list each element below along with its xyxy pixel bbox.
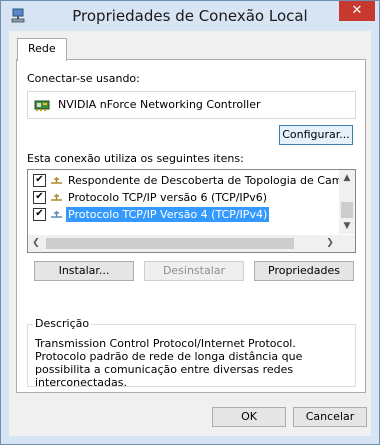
description-text: Transmission Control Protocol/Internet P…: [35, 337, 303, 389]
scrollbar-corner: [338, 235, 355, 252]
close-button[interactable]: ✕: [339, 1, 375, 21]
vertical-scrollbar[interactable]: ▲ ▼: [339, 170, 355, 234]
device-box: NVIDIA nForce Networking Controller: [27, 91, 356, 119]
scroll-right-icon[interactable]: ❯: [322, 235, 338, 252]
device-name: NVIDIA nForce Networking Controller: [58, 98, 261, 111]
list-item[interactable]: ✔ Protocolo TCP/IP versão 6 (TCP/IPv6): [28, 189, 328, 206]
item-label: Protocolo TCP/IP Versão 4 (TCP/IPv4): [66, 207, 270, 222]
horizontal-scroll-thumb[interactable]: [46, 238, 294, 249]
scroll-left-icon[interactable]: ❮: [28, 235, 44, 252]
properties-window: Propriedades de Conexão Local ✕ Rede Con…: [0, 0, 380, 445]
ok-button[interactable]: OK: [212, 407, 286, 427]
description-group: Descrição Transmission Control Protocol/…: [27, 317, 356, 389]
dialog-client-area: Rede Conectar-se usando: NVIDIA nForce N…: [9, 31, 371, 436]
item-label: Respondente de Descoberta de Topologia d…: [68, 174, 356, 187]
item-checkbox[interactable]: ✔: [33, 208, 46, 221]
tab-rede[interactable]: Rede: [17, 38, 67, 61]
items-label: Esta conexão utiliza os seguintes itens:: [27, 152, 244, 165]
install-button[interactable]: Instalar...: [34, 261, 134, 281]
item-checkbox[interactable]: ✔: [33, 191, 46, 204]
window-title: Propriedades de Conexão Local: [72, 7, 308, 25]
uninstall-button: Desinstalar: [144, 261, 244, 281]
vertical-scroll-thumb[interactable]: [341, 202, 353, 218]
connect-using-label: Conectar-se usando:: [27, 72, 140, 85]
protocol-icon: [51, 211, 62, 218]
title-bar[interactable]: Propriedades de Conexão Local ✕: [1, 1, 379, 31]
scroll-down-icon[interactable]: ▼: [339, 218, 355, 234]
list-item-selected[interactable]: ✔ Protocolo TCP/IP Versão 4 (TCP/IPv4): [28, 206, 328, 223]
item-checkbox[interactable]: ✔: [33, 174, 46, 187]
properties-button[interactable]: Propriedades: [254, 261, 354, 281]
configure-button[interactable]: Configurar...: [279, 125, 353, 145]
items-list[interactable]: ✔ Respondente de Descoberta de Topologia…: [27, 169, 356, 253]
network-adapter-icon: [34, 100, 50, 111]
tab-panel-rede: Conectar-se usando: NVIDIA nForce Networ…: [16, 59, 366, 393]
protocol-icon: [51, 194, 62, 201]
item-label: Protocolo TCP/IP versão 6 (TCP/IPv6): [68, 191, 268, 204]
horizontal-scrollbar[interactable]: ❮ ❯: [28, 235, 338, 252]
protocol-icon: [51, 177, 62, 184]
scroll-up-icon[interactable]: ▲: [339, 170, 355, 186]
list-item[interactable]: ✔ Respondente de Descoberta de Topologia…: [28, 172, 355, 189]
description-title: Descrição: [33, 317, 92, 330]
cancel-button[interactable]: Cancelar: [293, 407, 367, 427]
